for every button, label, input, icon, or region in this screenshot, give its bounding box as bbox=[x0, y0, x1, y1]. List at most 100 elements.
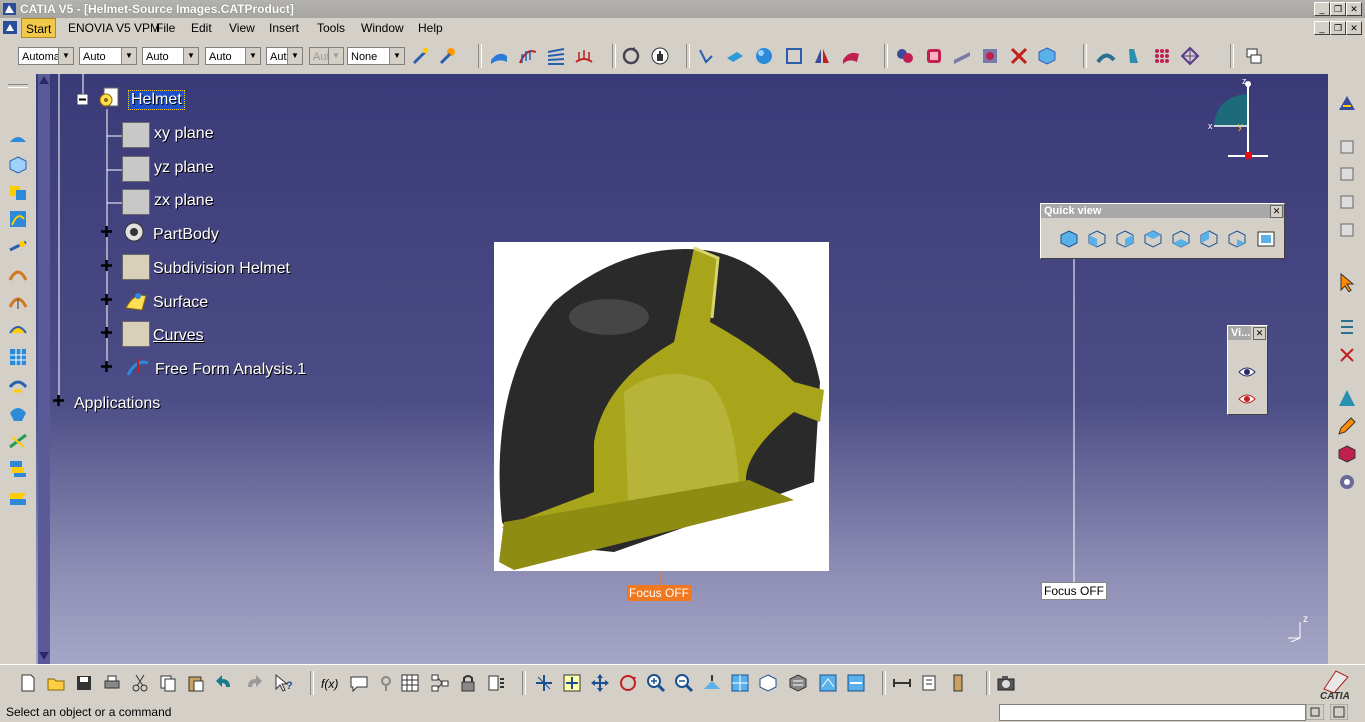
blend-icon[interactable] bbox=[1124, 46, 1144, 66]
doc-restore-button[interactable]: ❐ bbox=[1330, 21, 1346, 35]
sketch-tracer-icon[interactable] bbox=[8, 155, 28, 175]
xyz-icon[interactable] bbox=[1337, 345, 1357, 365]
zoom-in-icon[interactable] bbox=[646, 673, 666, 693]
compass-tool-icon[interactable] bbox=[1337, 388, 1357, 408]
restore-button[interactable]: ❐ bbox=[1330, 2, 1346, 16]
product-icon[interactable] bbox=[1337, 164, 1357, 184]
curvature-icon[interactable] bbox=[518, 46, 538, 66]
multi-document-icon[interactable] bbox=[1244, 46, 1264, 66]
hide-show-icon[interactable] bbox=[818, 673, 838, 693]
select-icon[interactable] bbox=[1337, 137, 1357, 157]
close-icon[interactable]: ✕ bbox=[1270, 205, 1283, 218]
doc-close-button[interactable]: ✕ bbox=[1346, 21, 1362, 35]
update-icon[interactable] bbox=[621, 46, 641, 66]
offset-surface-icon[interactable] bbox=[8, 403, 28, 423]
tree-item-applications[interactable]: Applications bbox=[74, 395, 160, 413]
menu-window[interactable]: Window bbox=[361, 21, 404, 35]
menu-enovia[interactable]: ENOVIA V5 VPM bbox=[68, 21, 160, 35]
control-mesh-icon[interactable] bbox=[1180, 46, 1200, 66]
select-mode-icon[interactable] bbox=[1337, 317, 1357, 337]
close-button[interactable]: ✕ bbox=[1346, 2, 1362, 16]
camera-icon[interactable] bbox=[996, 673, 1016, 693]
menu-insert[interactable]: Insert bbox=[269, 21, 299, 35]
expand-toggle-icon[interactable] bbox=[101, 294, 112, 305]
menu-edit[interactable]: Edit bbox=[191, 21, 212, 35]
3d-shape-icon[interactable] bbox=[1337, 444, 1357, 464]
sketch-tracer-2-icon[interactable] bbox=[8, 182, 28, 202]
tree-item-yz-plane[interactable]: yz plane bbox=[154, 159, 214, 177]
painter-icon[interactable] bbox=[410, 46, 430, 66]
curve-on-surface-icon[interactable] bbox=[8, 236, 28, 256]
measure-between-icon[interactable] bbox=[892, 673, 912, 693]
cursor-icon[interactable] bbox=[1337, 272, 1357, 292]
paste-icon[interactable] bbox=[186, 673, 206, 693]
power-input-field[interactable] bbox=[999, 704, 1306, 721]
menu-view[interactable]: View bbox=[229, 21, 255, 35]
cube-icon[interactable] bbox=[1037, 46, 1057, 66]
menu-start[interactable]: Start bbox=[21, 18, 57, 38]
tree-item-surface[interactable]: Surface bbox=[153, 294, 208, 312]
scroll-down-icon[interactable] bbox=[39, 652, 49, 660]
menu-tools[interactable]: Tools bbox=[317, 21, 345, 35]
design-table-icon[interactable] bbox=[400, 673, 420, 693]
collapse-toggle-icon[interactable] bbox=[77, 94, 88, 105]
zoom-out-icon[interactable] bbox=[674, 673, 694, 693]
left-view-icon[interactable] bbox=[1143, 229, 1163, 249]
knowledge-icon[interactable] bbox=[376, 673, 396, 693]
expand-toggle-icon[interactable] bbox=[101, 260, 112, 271]
color-combo[interactable]: Automa ▼ bbox=[18, 47, 74, 65]
named-views-icon[interactable] bbox=[1256, 229, 1276, 249]
right-view-icon[interactable] bbox=[1171, 229, 1191, 249]
close-icon[interactable]: ✕ bbox=[1253, 327, 1266, 340]
points-grid-icon[interactable] bbox=[1152, 46, 1172, 66]
hand-icon[interactable] bbox=[650, 46, 670, 66]
expand-toggle-icon[interactable] bbox=[101, 327, 112, 338]
front-view-icon[interactable] bbox=[1087, 229, 1107, 249]
swap-visible-space-icon[interactable] bbox=[846, 673, 866, 693]
compass-icon[interactable]: z x y bbox=[1206, 78, 1276, 160]
input-options-icon[interactable] bbox=[1306, 704, 1324, 720]
match-surface-icon[interactable] bbox=[924, 46, 944, 66]
styling-corner-icon[interactable] bbox=[8, 375, 28, 395]
porcupine-icon[interactable] bbox=[574, 46, 594, 66]
whats-this-icon[interactable]: ? bbox=[274, 673, 294, 693]
tree-item-zx-plane[interactable]: zx plane bbox=[154, 192, 214, 210]
transparency-combo[interactable]: Auto ▼ bbox=[79, 47, 137, 65]
tree-item-xy-plane[interactable]: xy plane bbox=[154, 125, 214, 143]
copy-icon[interactable] bbox=[158, 673, 178, 693]
scroll-up-icon[interactable] bbox=[39, 76, 49, 84]
project-curve-icon[interactable] bbox=[8, 291, 28, 311]
tree-item-subdivision-helmet[interactable]: Subdivision Helmet bbox=[153, 260, 290, 278]
trim-icon[interactable] bbox=[1009, 46, 1029, 66]
open-folder-icon[interactable] bbox=[46, 673, 66, 693]
save-icon[interactable] bbox=[74, 673, 94, 693]
3d-viewport[interactable]: Helmet xy plane yz plane zx plane PartBo… bbox=[36, 74, 1328, 664]
eye-camera-icon[interactable] bbox=[1237, 389, 1257, 409]
focus-off-label-left[interactable]: Focus OFF bbox=[627, 585, 692, 601]
isoparametric-curve-icon[interactable] bbox=[8, 264, 28, 284]
line-type-combo[interactable]: Auto ▼ bbox=[205, 47, 261, 65]
layer-combo[interactable]: None ▼ bbox=[347, 47, 405, 65]
redo-icon[interactable] bbox=[244, 673, 264, 693]
symmetry-icon[interactable] bbox=[812, 46, 832, 66]
eye-icon[interactable] bbox=[1237, 362, 1257, 382]
expand-toggle-icon[interactable] bbox=[101, 226, 112, 237]
menu-file[interactable]: File bbox=[156, 21, 175, 35]
fit-all-icon[interactable] bbox=[562, 673, 582, 693]
tree-root-helmet[interactable]: Helmet bbox=[128, 90, 185, 110]
3d-curve-icon[interactable] bbox=[8, 209, 28, 229]
render-style-icon[interactable] bbox=[788, 673, 808, 693]
layer-filter-combo[interactable]: Aut ▼ bbox=[309, 47, 344, 65]
graphic-properties-icon[interactable] bbox=[438, 46, 458, 66]
isometric-view-icon[interactable] bbox=[1059, 229, 1079, 249]
print-icon[interactable] bbox=[102, 673, 122, 693]
shape-icon[interactable] bbox=[8, 128, 28, 148]
isophotes-icon[interactable] bbox=[546, 46, 566, 66]
box-icon[interactable] bbox=[784, 46, 804, 66]
fly-mode-icon[interactable] bbox=[534, 673, 554, 693]
menu-help[interactable]: Help bbox=[418, 21, 443, 35]
measure-item-icon[interactable] bbox=[920, 673, 940, 693]
back-view-icon[interactable] bbox=[1115, 229, 1135, 249]
bottom-view-icon[interactable] bbox=[1227, 229, 1247, 249]
plane-icon[interactable] bbox=[725, 46, 745, 66]
